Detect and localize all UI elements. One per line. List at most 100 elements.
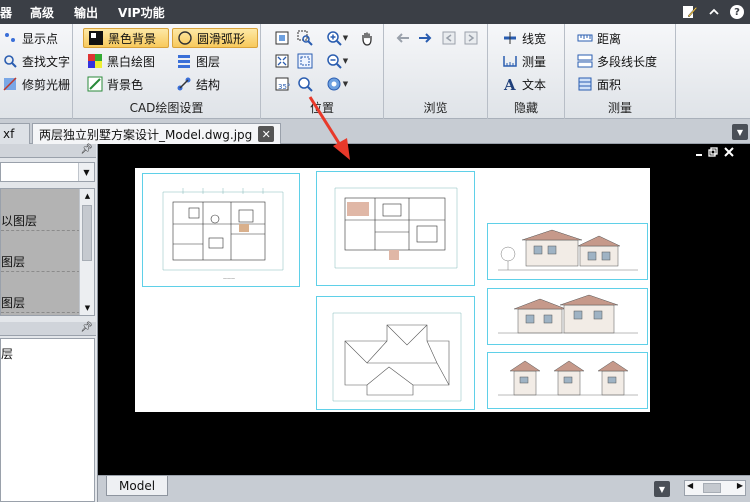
edit-pen-icon[interactable] xyxy=(682,4,698,20)
layer-label: 以图层 xyxy=(1,214,38,228)
fit-screen-icon[interactable] xyxy=(296,52,314,70)
area-button[interactable]: 面积 xyxy=(573,74,625,94)
text-letter-icon: A xyxy=(502,76,518,94)
properties-panel: 层 xyxy=(0,338,95,502)
help-icon[interactable]: ? xyxy=(730,5,744,19)
document-tab-strip: xf 两层独立别墅方案设计_Model.dwg.jpg ✕ ▼ xyxy=(0,119,750,144)
tab-previous-label: xf xyxy=(3,127,15,141)
layers-label: 图层 xyxy=(196,54,221,69)
tab-previous-document[interactable]: xf xyxy=(0,123,30,144)
show-points-icon xyxy=(2,30,18,46)
menubar-right-icons: ? xyxy=(682,0,750,24)
minimize-icon[interactable] xyxy=(694,147,704,160)
svg-text:———: ——— xyxy=(223,276,235,281)
zoom-out-icon[interactable]: ▼ xyxy=(325,52,349,70)
structure-button[interactable]: 结构 xyxy=(172,74,224,94)
tab-list-dropdown-icon[interactable]: ▼ xyxy=(732,124,748,140)
black-background-button[interactable]: 黑色背景 xyxy=(83,28,169,48)
ribbon-toolbar: 显示点 查找文字 修剪光栅 黑色背景 圆滑弧形 黑白绘图 图层 背景色 结构 C… xyxy=(0,24,750,119)
zoom-realtime-icon[interactable] xyxy=(296,75,314,93)
cad-viewer-window: 器 高级 输出 VIP功能 ? 显示点 查找文字 修剪光栅 黑色背景 圆滑弧形 … xyxy=(0,0,750,502)
bw-drawing-button[interactable]: 黑白绘图 xyxy=(83,51,159,71)
close-icon[interactable]: ✕ xyxy=(258,126,275,142)
scroll-right-icon[interactable]: ▶ xyxy=(737,481,743,490)
scroll-down-icon[interactable]: ▼ xyxy=(80,301,94,315)
zoom-window-icon[interactable] xyxy=(296,29,314,47)
text-toggle-button[interactable]: A 文本 xyxy=(498,74,550,94)
scrollbar-thumb[interactable] xyxy=(703,483,721,493)
first-page-icon[interactable] xyxy=(440,29,458,47)
scroll-up-icon[interactable]: ▲ xyxy=(80,189,94,203)
find-text-button[interactable]: 查找文字 xyxy=(0,51,74,71)
smooth-arc-button[interactable]: 圆滑弧形 xyxy=(172,28,258,48)
roof-plan-drawing xyxy=(332,312,462,402)
polyline-length-button[interactable]: 多段线长度 xyxy=(573,51,661,71)
layer-list-scrollbar[interactable]: ▲ ▼ xyxy=(79,189,94,315)
line-width-button[interactable]: 线宽 xyxy=(498,28,550,48)
last-page-icon[interactable] xyxy=(462,29,480,47)
properties-panel-header: 📌︎ xyxy=(0,322,96,336)
tab-active-document[interactable]: 两层独立别墅方案设计_Model.dwg.jpg ✕ xyxy=(32,123,282,144)
layer-filter-select[interactable]: ▼ xyxy=(0,162,95,182)
layer-label: 图层 xyxy=(1,255,26,269)
layout-list-dropdown-icon[interactable]: ▼ xyxy=(654,481,670,497)
layers-panel: 📌︎ ▼ 以图层 图层 图层 ▲ ▼ 📌︎ 层 xyxy=(0,144,98,502)
menu-bar: 器 高级 输出 VIP功能 ? xyxy=(0,0,750,24)
menu-item-vip[interactable]: VIP功能 xyxy=(108,4,175,21)
pan-hand-icon[interactable] xyxy=(358,29,376,47)
layout-tab-bar: Model ▼ ◀ ▶ xyxy=(98,475,750,502)
show-points-label: 显示点 xyxy=(22,31,59,46)
browse-group-label: 浏览 xyxy=(423,101,448,115)
area-label: 面积 xyxy=(597,77,622,92)
horizontal-scrollbar[interactable]: ◀ ▶ xyxy=(684,480,746,496)
hide-group-label: 隐藏 xyxy=(513,101,538,115)
position-group-label: 位置 xyxy=(309,101,334,115)
forward-arrow-icon[interactable] xyxy=(416,29,434,47)
list-item[interactable]: 以图层 xyxy=(1,211,80,231)
scroll-left-icon[interactable]: ◀ xyxy=(687,481,693,490)
menu-item-output[interactable]: 输出 xyxy=(64,4,108,21)
tab-model-label: Model xyxy=(119,478,156,493)
rotate-3d-icon[interactable]: 35° xyxy=(273,75,291,93)
tab-active-label: 两层独立别墅方案设计_Model.dwg.jpg xyxy=(39,127,253,142)
floor-plan-2-drawing xyxy=(334,187,458,269)
distance-button[interactable]: 距离 xyxy=(573,28,625,48)
layers-button[interactable]: 图层 xyxy=(172,51,224,71)
back-arrow-icon[interactable] xyxy=(394,29,412,47)
ruler-icon xyxy=(577,30,593,46)
properties-text: 层 xyxy=(1,347,14,361)
chevron-down-icon[interactable]: ▼ xyxy=(78,163,94,181)
structure-icon xyxy=(176,76,192,92)
ribbon-group-position: ▼ ▼ 35° ▼ 位置 xyxy=(261,24,384,119)
polyline-icon xyxy=(577,53,593,69)
fit-view-icon[interactable] xyxy=(273,29,291,47)
view-options-icon[interactable]: ▼ xyxy=(325,75,349,93)
extents-icon[interactable] xyxy=(273,52,291,70)
pin-icon[interactable]: 📌︎ xyxy=(80,322,93,333)
menu-item-fragment[interactable]: 器 xyxy=(0,4,20,21)
show-points-button[interactable]: 显示点 xyxy=(0,28,62,48)
restore-icon[interactable] xyxy=(708,147,718,160)
elevation-1-frame xyxy=(487,223,648,280)
list-item[interactable]: 图层 xyxy=(1,252,80,272)
measure-group-label: 测量 xyxy=(607,101,632,115)
drawing-canvas[interactable]: ——— xyxy=(98,144,750,475)
line-width-icon xyxy=(502,30,518,46)
elevation-1-drawing xyxy=(498,229,638,271)
list-item[interactable]: 图层 xyxy=(1,293,80,313)
menu-item-advanced[interactable]: 高级 xyxy=(20,4,64,21)
measure-toggle-button[interactable]: 测量 xyxy=(498,51,550,71)
background-color-icon xyxy=(87,76,103,92)
trim-raster-label: 修剪光栅 xyxy=(22,77,71,92)
smooth-arc-icon xyxy=(177,30,193,46)
close-drawing-icon[interactable] xyxy=(724,147,734,160)
layer-label: 图层 xyxy=(1,296,26,310)
background-color-button[interactable]: 背景色 xyxy=(83,74,147,94)
ribbon-group-measure: 距离 多段线长度 面积 测量 xyxy=(565,24,676,119)
trim-raster-button[interactable]: 修剪光栅 xyxy=(0,74,74,94)
tab-model[interactable]: Model xyxy=(106,476,169,496)
chevron-up-icon[interactable] xyxy=(706,4,722,20)
scrollbar-thumb[interactable] xyxy=(82,205,92,261)
zoom-in-icon[interactable]: ▼ xyxy=(325,29,349,47)
pin-icon[interactable]: 📌︎ xyxy=(80,144,93,155)
